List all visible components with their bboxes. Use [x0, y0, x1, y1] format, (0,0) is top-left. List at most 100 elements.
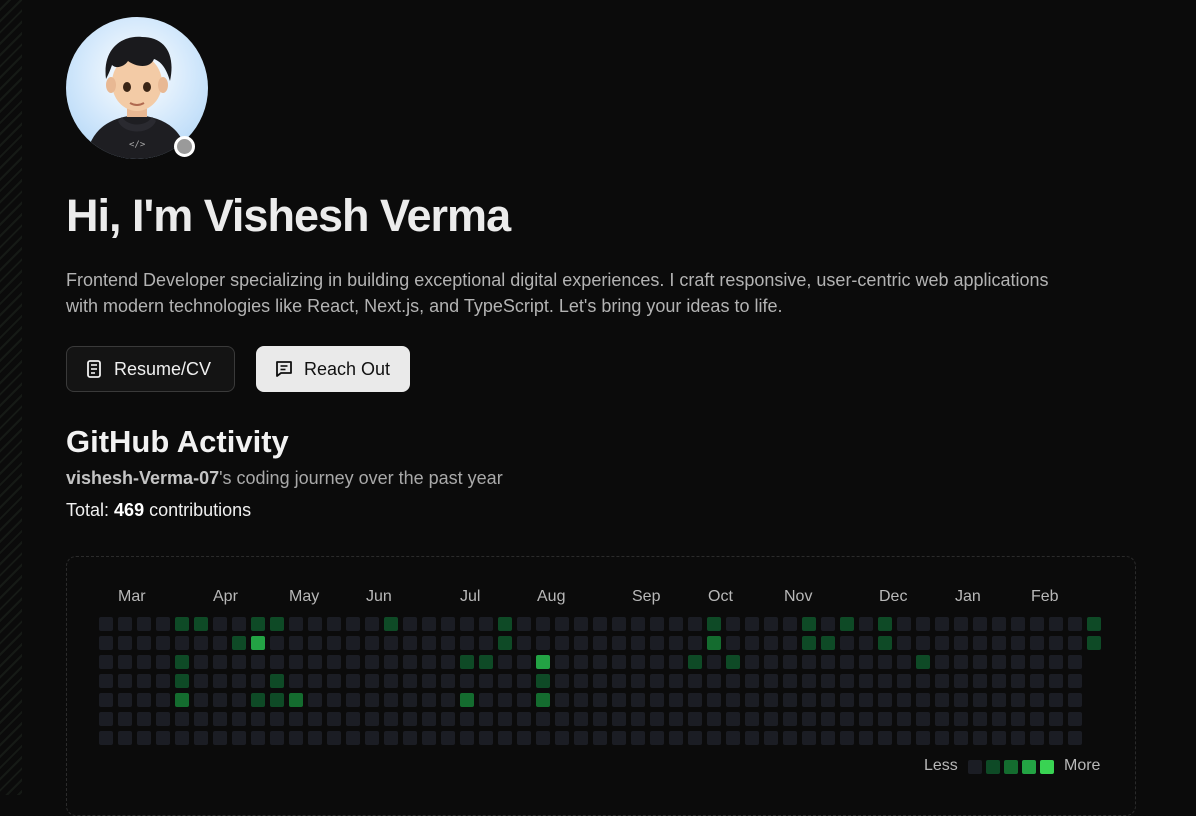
- contribution-cell[interactable]: [517, 712, 531, 726]
- contribution-cell[interactable]: [897, 674, 911, 688]
- contribution-cell[interactable]: [1030, 693, 1044, 707]
- contribution-cell[interactable]: [669, 731, 683, 745]
- contribution-cell[interactable]: [916, 655, 930, 669]
- contribution-cell[interactable]: [1011, 617, 1025, 631]
- contribution-cell[interactable]: [688, 674, 702, 688]
- contribution-cell[interactable]: [612, 674, 626, 688]
- contribution-cell[interactable]: [308, 674, 322, 688]
- contribution-cell[interactable]: [403, 655, 417, 669]
- contribution-cell[interactable]: [1087, 617, 1101, 631]
- contribution-cell[interactable]: [745, 712, 759, 726]
- contribution-cell[interactable]: [194, 712, 208, 726]
- contribution-cell[interactable]: [213, 712, 227, 726]
- contribution-cell[interactable]: [555, 712, 569, 726]
- reach-out-button[interactable]: Reach Out: [256, 346, 410, 392]
- contribution-cell[interactable]: [973, 655, 987, 669]
- contribution-cell[interactable]: [118, 674, 132, 688]
- contribution-cell[interactable]: [1049, 674, 1063, 688]
- contribution-cell[interactable]: [840, 693, 854, 707]
- contribution-cell[interactable]: [897, 693, 911, 707]
- contribution-cell[interactable]: [118, 731, 132, 745]
- contribution-cell[interactable]: [232, 712, 246, 726]
- contribution-cell[interactable]: [954, 712, 968, 726]
- contribution-cell[interactable]: [802, 712, 816, 726]
- contribution-cell[interactable]: [1049, 712, 1063, 726]
- contribution-cell[interactable]: [745, 693, 759, 707]
- contribution-cell[interactable]: [384, 712, 398, 726]
- contribution-cell[interactable]: [536, 731, 550, 745]
- contribution-cell[interactable]: [669, 674, 683, 688]
- contribution-cell[interactable]: [688, 655, 702, 669]
- contribution-cell[interactable]: [1030, 655, 1044, 669]
- contribution-cell[interactable]: [669, 655, 683, 669]
- contribution-cell[interactable]: [308, 731, 322, 745]
- contribution-cell[interactable]: [251, 693, 265, 707]
- contribution-cell[interactable]: [441, 636, 455, 650]
- contribution-cell[interactable]: [479, 693, 493, 707]
- contribution-cell[interactable]: [935, 655, 949, 669]
- contribution-cell[interactable]: [460, 674, 474, 688]
- contribution-cell[interactable]: [536, 617, 550, 631]
- contribution-cell[interactable]: [289, 636, 303, 650]
- contribution-cell[interactable]: [194, 731, 208, 745]
- contribution-cell[interactable]: [973, 712, 987, 726]
- contribution-cell[interactable]: [137, 712, 151, 726]
- contribution-cell[interactable]: [175, 636, 189, 650]
- contribution-cell[interactable]: [954, 617, 968, 631]
- contribution-cell[interactable]: [935, 693, 949, 707]
- contribution-cell[interactable]: [973, 693, 987, 707]
- contribution-cell[interactable]: [517, 674, 531, 688]
- contribution-cell[interactable]: [232, 674, 246, 688]
- contribution-cell[interactable]: [118, 693, 132, 707]
- contribution-cell[interactable]: [99, 731, 113, 745]
- contribution-cell[interactable]: [422, 617, 436, 631]
- contribution-cell[interactable]: [517, 655, 531, 669]
- contribution-cell[interactable]: [479, 712, 493, 726]
- contribution-cell[interactable]: [289, 693, 303, 707]
- contribution-cell[interactable]: [821, 674, 835, 688]
- contribution-cell[interactable]: [251, 731, 265, 745]
- contribution-cell[interactable]: [688, 712, 702, 726]
- contribution-cell[interactable]: [840, 731, 854, 745]
- contribution-cell[interactable]: [384, 731, 398, 745]
- contribution-cell[interactable]: [992, 712, 1006, 726]
- contribution-cell[interactable]: [403, 617, 417, 631]
- contribution-cell[interactable]: [422, 636, 436, 650]
- contribution-cell[interactable]: [137, 693, 151, 707]
- contribution-cell[interactable]: [289, 674, 303, 688]
- contribution-cell[interactable]: [669, 617, 683, 631]
- contribution-cell[interactable]: [973, 617, 987, 631]
- contribution-cell[interactable]: [308, 655, 322, 669]
- contribution-cell[interactable]: [232, 655, 246, 669]
- contribution-cell[interactable]: [688, 636, 702, 650]
- contribution-cell[interactable]: [270, 693, 284, 707]
- contribution-cell[interactable]: [536, 674, 550, 688]
- contribution-cell[interactable]: [156, 712, 170, 726]
- contribution-cell[interactable]: [289, 712, 303, 726]
- contribution-cell[interactable]: [213, 693, 227, 707]
- contribution-cell[interactable]: [764, 636, 778, 650]
- contribution-cell[interactable]: [631, 693, 645, 707]
- contribution-cell[interactable]: [384, 617, 398, 631]
- contribution-cell[interactable]: [251, 674, 265, 688]
- contribution-cell[interactable]: [726, 693, 740, 707]
- contribution-cell[interactable]: [403, 712, 417, 726]
- contribution-cell[interactable]: [479, 655, 493, 669]
- contribution-cell[interactable]: [232, 617, 246, 631]
- contribution-cell[interactable]: [118, 655, 132, 669]
- contribution-cell[interactable]: [460, 712, 474, 726]
- contribution-cell[interactable]: [593, 617, 607, 631]
- contribution-cell[interactable]: [403, 731, 417, 745]
- contribution-cell[interactable]: [194, 674, 208, 688]
- contribution-cell[interactable]: [441, 617, 455, 631]
- contribution-cell[interactable]: [1087, 636, 1101, 650]
- contribution-cell[interactable]: [973, 731, 987, 745]
- contribution-cell[interactable]: [137, 731, 151, 745]
- contribution-cell[interactable]: [726, 617, 740, 631]
- contribution-cell[interactable]: [479, 731, 493, 745]
- contribution-cell[interactable]: [669, 636, 683, 650]
- contribution-cell[interactable]: [99, 655, 113, 669]
- contribution-cell[interactable]: [802, 617, 816, 631]
- contribution-cell[interactable]: [517, 731, 531, 745]
- contribution-cell[interactable]: [251, 636, 265, 650]
